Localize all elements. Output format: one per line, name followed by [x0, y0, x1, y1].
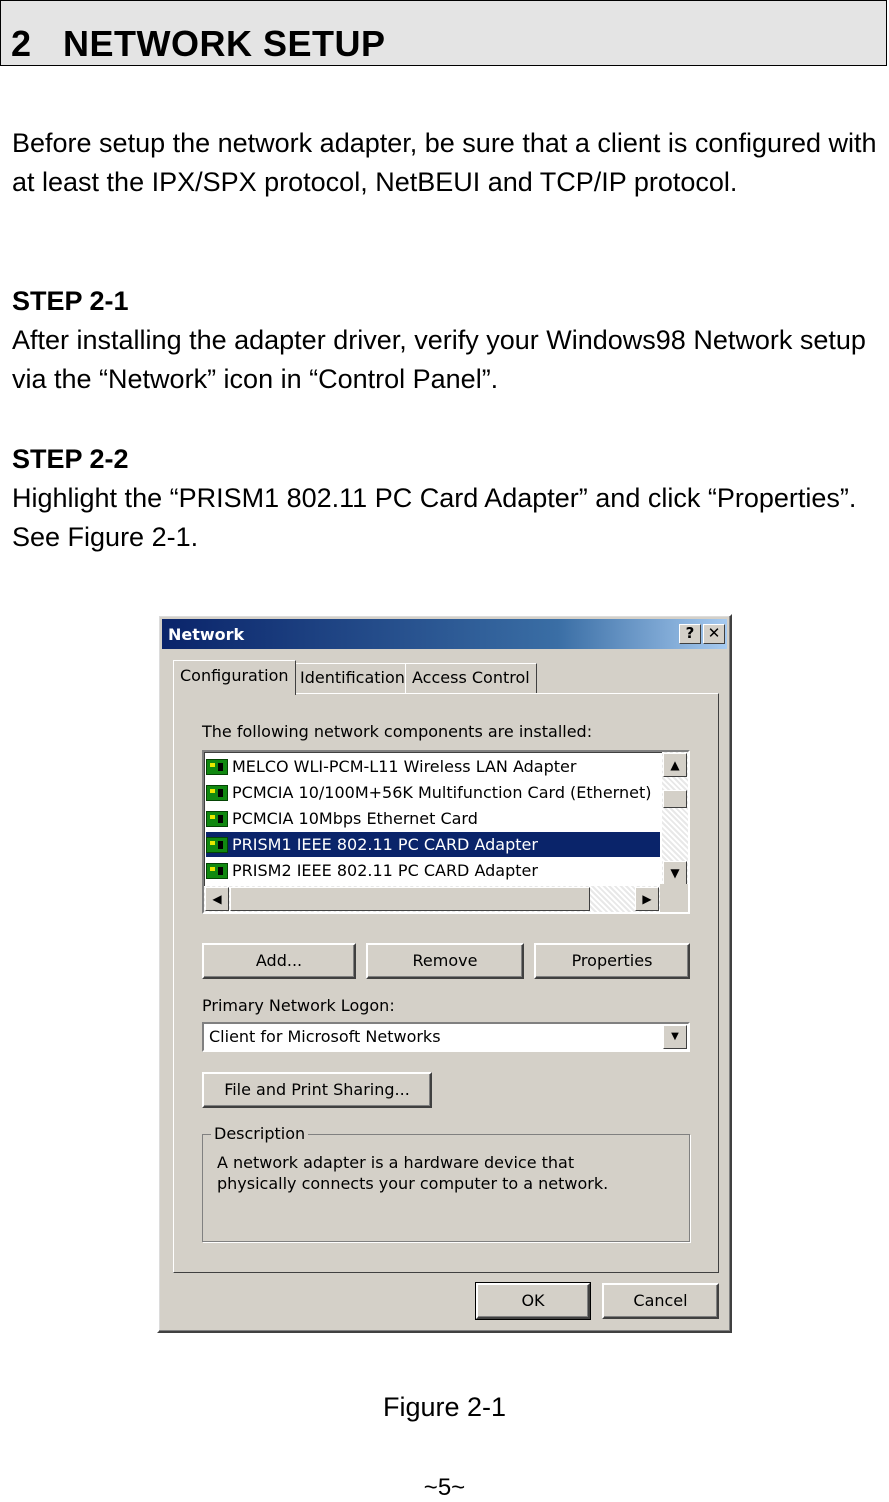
list-item[interactable]: MELCO WLI-PCM-L11 Wireless LAN Adapter [206, 754, 660, 779]
tab-configuration[interactable]: Configuration [173, 660, 296, 695]
cancel-button[interactable]: Cancel [602, 1283, 719, 1319]
step-2-2-title: STEP 2-2 [12, 444, 129, 474]
file-print-sharing-button[interactable]: File and Print Sharing... [202, 1072, 432, 1108]
list-item-selected[interactable]: PRISM1 IEEE 802.11 PC CARD Adapter [206, 832, 660, 857]
scroll-down-icon[interactable]: ▼ [663, 861, 687, 885]
intro-paragraph: Before setup the network adapter, be sur… [12, 128, 877, 197]
figure-caption: Figure 2-1 [382, 1392, 507, 1422]
dialog-title: Network [168, 625, 245, 644]
list-item[interactable]: PCMCIA 10/100M+56K Multifunction Card (E… [206, 780, 660, 805]
remove-button[interactable]: Remove [366, 943, 524, 979]
page-number: ~5~ [423, 1474, 466, 1501]
network-card-icon [206, 863, 228, 879]
section-title: 2 NETWORK SETUP [11, 23, 386, 64]
scroll-corner [660, 884, 688, 912]
ok-button[interactable]: OK [475, 1282, 591, 1320]
scroll-right-icon[interactable]: ▶ [635, 887, 659, 911]
step-2-1-text: After installing the adapter driver, ver… [12, 325, 866, 394]
primary-logon-select[interactable]: Client for Microsoft Networks ▼ [202, 1022, 690, 1052]
description-title: Description [211, 1124, 309, 1143]
components-listbox[interactable]: MELCO WLI-PCM-L11 Wireless LAN Adapter P… [202, 750, 690, 914]
horizontal-scrollbar[interactable]: ◀ ▶ [204, 886, 660, 912]
scroll-thumb[interactable] [663, 790, 687, 808]
help-button[interactable]: ? [679, 624, 701, 644]
add-button[interactable]: Add... [202, 943, 356, 979]
description-text: A network adapter is a hardware device t… [217, 1153, 609, 1193]
chevron-down-icon[interactable]: ▼ [663, 1025, 687, 1049]
vertical-scrollbar[interactable]: ▲ ▼ [662, 752, 688, 886]
scroll-left-icon[interactable]: ◀ [205, 887, 229, 911]
network-card-icon [206, 811, 228, 827]
tab-access-control[interactable]: Access Control [405, 663, 537, 693]
close-button[interactable]: ✕ [703, 624, 725, 644]
dialog-titlebar: Network ? ✕ [162, 619, 727, 649]
list-item[interactable]: PCMCIA 10Mbps Ethernet Card [206, 806, 660, 831]
network-dialog: Network ? ✕ Configuration Identification… [157, 614, 732, 1333]
scroll-up-icon[interactable]: ▲ [663, 753, 687, 777]
network-card-icon [206, 759, 228, 775]
primary-logon-value: Client for Microsoft Networks [209, 1027, 441, 1046]
components-label: The following network components are ins… [202, 722, 593, 741]
properties-button[interactable]: Properties [534, 943, 690, 979]
network-card-icon [206, 785, 228, 801]
primary-logon-label: Primary Network Logon: [202, 996, 395, 1015]
network-card-icon [206, 837, 228, 853]
section-header: 2 NETWORK SETUP [0, 0, 887, 66]
description-group: Description A network adapter is a hardw… [202, 1124, 690, 1242]
tab-identification[interactable]: Identification [293, 663, 412, 693]
step-2-1-title: STEP 2-1 [12, 286, 129, 316]
list-item[interactable]: PRISM2 IEEE 802.11 PC CARD Adapter [206, 858, 660, 883]
scroll-thumb-horizontal[interactable] [230, 887, 590, 911]
step-2-2-text: Highlight the “PRISM1 802.11 PC Card Ada… [12, 483, 857, 552]
